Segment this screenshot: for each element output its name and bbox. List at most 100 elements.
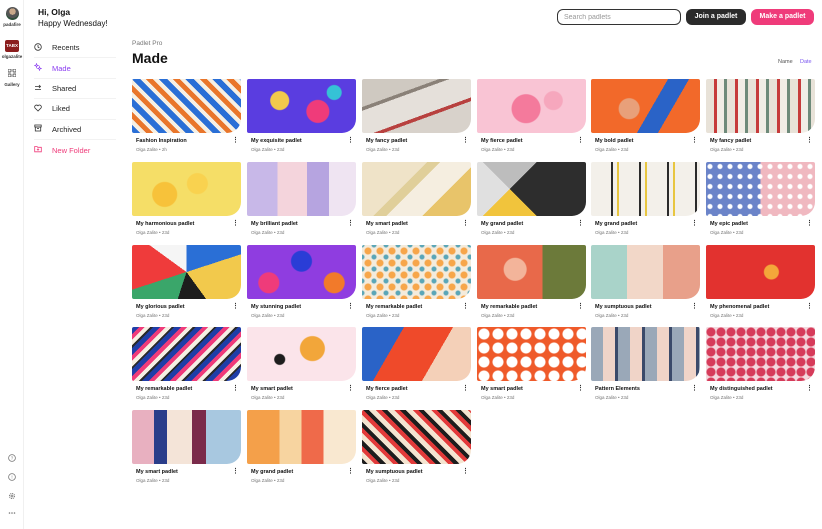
padlet-title[interactable]: My fierce padlet [366, 386, 408, 392]
padlet-thumbnail[interactable] [591, 79, 700, 133]
padlet-title[interactable]: My smart padlet [366, 221, 408, 227]
padlet-thumbnail[interactable] [362, 327, 471, 381]
more-options-icon[interactable]: ⋮ [577, 220, 584, 227]
padlet-thumbnail[interactable] [362, 79, 471, 133]
more-options-icon[interactable]: ⋮ [806, 385, 813, 392]
padlet-thumbnail[interactable] [132, 327, 241, 381]
padlet-thumbnail[interactable] [247, 327, 356, 381]
search-input[interactable] [557, 9, 681, 25]
padlet-title[interactable]: My remarkable padlet [481, 304, 537, 310]
more-options-icon[interactable]: ⋮ [577, 303, 584, 310]
padlet-card[interactable]: My stunning padlet Olga Zalite • 23d ⋮ [247, 245, 356, 323]
make-padlet-button[interactable]: Make a padlet [751, 9, 814, 25]
padlet-thumbnail[interactable] [132, 79, 241, 133]
padlet-card[interactable]: My fancy padlet Olga Zalite • 23d ⋮ [362, 79, 471, 157]
padlet-title[interactable]: My remarkable padlet [366, 304, 422, 310]
user-account[interactable]: padafire [0, 7, 24, 27]
more-options-icon[interactable]: ⋮ [691, 385, 698, 392]
padlet-card[interactable]: Fashion Inspiration Olga Zalite • 2h ⋮ [132, 79, 241, 157]
padlet-card[interactable]: My smart padlet Olga Zalite • 23d ⋮ [362, 162, 471, 240]
padlet-card[interactable]: My fancy padlet Olga Zalite • 23d ⋮ [706, 79, 815, 157]
padlet-card[interactable]: My bold padlet Olga Zalite • 23d ⋮ [591, 79, 700, 157]
padlet-thumbnail[interactable] [477, 245, 586, 299]
padlet-thumbnail[interactable] [477, 79, 586, 133]
more-options-icon[interactable]: ⋮ [691, 137, 698, 144]
more-options-icon[interactable]: ⋮ [347, 220, 354, 227]
padlet-thumbnail[interactable] [247, 245, 356, 299]
padlet-card[interactable]: My epic padlet Olga Zalite • 23d ⋮ [706, 162, 815, 240]
padlet-title[interactable]: My stunning padlet [251, 304, 301, 310]
padlet-title[interactable]: Fashion Inspiration [136, 138, 187, 144]
nav-item-archived[interactable]: Archived [34, 120, 116, 140]
padlet-title[interactable]: My bold padlet [595, 138, 634, 144]
padlet-title[interactable]: My fancy padlet [710, 138, 751, 144]
padlet-thumbnail[interactable] [706, 245, 815, 299]
padlet-card[interactable]: My grand padlet Olga Zalite • 23d ⋮ [591, 162, 700, 240]
more-options-icon[interactable]: ⋮ [806, 137, 813, 144]
nav-item-shared[interactable]: Shared [34, 79, 116, 100]
padlet-card[interactable]: My exquisite padlet Olga Zalite • 23d ⋮ [247, 79, 356, 157]
more-options-icon[interactable]: ⋮ [806, 220, 813, 227]
more-options-icon[interactable]: ⋮ [232, 220, 239, 227]
more-options-icon[interactable]: ⋮ [577, 385, 584, 392]
padlet-thumbnail[interactable] [706, 79, 815, 133]
more-options-icon[interactable]: ⋮ [691, 303, 698, 310]
padlet-card[interactable]: My grand padlet Olga Zalite • 23d ⋮ [247, 410, 356, 488]
more-options-icon[interactable]: ⋮ [347, 385, 354, 392]
more-options-icon[interactable]: ⋮ [232, 137, 239, 144]
padlet-thumbnail[interactable] [247, 79, 356, 133]
padlet-thumbnail[interactable] [706, 162, 815, 216]
padlet-card[interactable]: My phenomenal padlet Olga Zalite • 23d ⋮ [706, 245, 815, 323]
padlet-title[interactable]: My phenomenal padlet [710, 304, 769, 310]
more-options-icon[interactable]: ⋮ [577, 137, 584, 144]
org-logo[interactable]: TABX [5, 40, 19, 52]
more-options-icon[interactable]: ⋮ [232, 303, 239, 310]
padlet-thumbnail[interactable] [132, 162, 241, 216]
padlet-title[interactable]: My remarkable padlet [136, 386, 192, 392]
padlet-card[interactable]: Pattern Elements Olga Zalite • 23d ⋮ [591, 327, 700, 405]
padlet-card[interactable]: My grand padlet Olga Zalite • 23d ⋮ [477, 162, 586, 240]
padlet-card[interactable]: My remarkable padlet Olga Zalite • 23d ⋮ [477, 245, 586, 323]
padlet-thumbnail[interactable] [591, 162, 700, 216]
padlet-thumbnail[interactable] [362, 245, 471, 299]
padlet-title[interactable]: My grand padlet [481, 221, 523, 227]
padlet-title[interactable]: My distinguished padlet [710, 386, 773, 392]
padlet-thumbnail[interactable] [247, 162, 356, 216]
nav-item-new-folder[interactable]: New Folder [34, 140, 116, 160]
padlet-thumbnail[interactable] [591, 327, 700, 381]
padlet-card[interactable]: My smart padlet Olga Zalite • 23d ⋮ [247, 327, 356, 405]
more-options-icon[interactable]: ⋮ [691, 220, 698, 227]
more-options-icon[interactable]: ⋮ [462, 468, 469, 475]
padlet-card[interactable]: My remarkable padlet Olga Zalite • 23d ⋮ [132, 327, 241, 405]
info-circle-icon[interactable]: ! [0, 473, 24, 483]
padlet-thumbnail[interactable] [132, 410, 241, 464]
padlet-thumbnail[interactable] [362, 162, 471, 216]
more-options-icon[interactable]: ⋮ [232, 385, 239, 392]
padlet-card[interactable]: My distinguished padlet Olga Zalite • 23d… [706, 327, 815, 405]
padlet-title[interactable]: My smart padlet [251, 386, 293, 392]
padlet-thumbnail[interactable] [247, 410, 356, 464]
padlet-thumbnail[interactable] [477, 162, 586, 216]
padlet-title[interactable]: My glorious padlet [136, 304, 185, 310]
more-options-icon[interactable]: ⋮ [462, 220, 469, 227]
padlet-title[interactable]: My sumptuous padlet [595, 304, 652, 310]
padlet-title[interactable]: Pattern Elements [595, 386, 640, 392]
padlet-title[interactable]: My grand padlet [595, 221, 637, 227]
more-options-icon[interactable]: ⋮ [462, 303, 469, 310]
sort-by-name[interactable]: Name [778, 59, 793, 65]
padlet-title[interactable]: My exquisite padlet [251, 138, 302, 144]
sort-by-date[interactable]: Date [800, 59, 812, 65]
padlet-title[interactable]: My smart padlet [136, 469, 178, 475]
nav-item-made[interactable]: Made [33, 58, 116, 79]
padlet-card[interactable]: My smart padlet Olga Zalite • 23d ⋮ [132, 410, 241, 488]
padlet-title[interactable]: My smart padlet [481, 386, 523, 392]
more-options-icon[interactable]: ⋮ [232, 468, 239, 475]
more-options-icon[interactable]: ⋮ [462, 137, 469, 144]
padlet-title[interactable]: My harmonious padlet [136, 221, 194, 227]
padlet-card[interactable]: My glorious padlet Olga Zalite • 23d ⋮ [132, 245, 241, 323]
padlet-title[interactable]: My brilliant padlet [251, 221, 298, 227]
padlet-card[interactable]: My smart padlet Olga Zalite • 23d ⋮ [477, 327, 586, 405]
padlet-title[interactable]: My grand padlet [251, 469, 293, 475]
more-icon[interactable] [0, 509, 24, 519]
more-options-icon[interactable]: ⋮ [347, 137, 354, 144]
